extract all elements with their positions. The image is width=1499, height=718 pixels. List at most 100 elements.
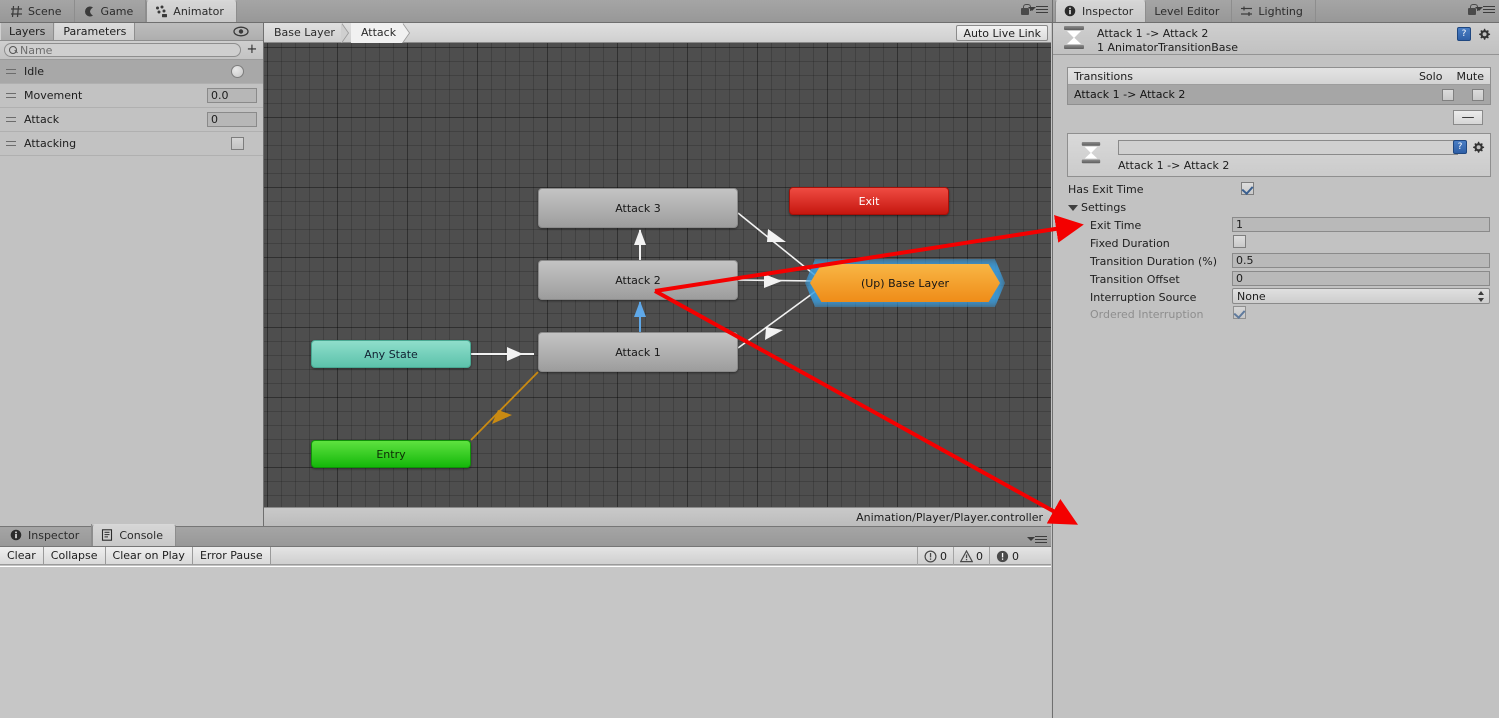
interruption-source-label: Interruption Source	[1090, 291, 1197, 304]
transition-icon	[1081, 142, 1101, 166]
transition-row[interactable]: Attack 1 -> Attack 2	[1068, 85, 1490, 104]
ordered-interruption-label: Ordered Interruption	[1090, 308, 1204, 321]
parameter-value-field[interactable]: 0	[207, 112, 257, 127]
warning-counter[interactable]: 0	[953, 547, 989, 565]
transition-object-panel: ? Attack 1 -> Attack 2	[1067, 133, 1491, 177]
entry-node[interactable]: Entry	[311, 440, 471, 468]
tab-inspector[interactable]: Inspector	[1055, 0, 1147, 22]
has-exit-time-row: Has Exit Time	[1067, 182, 1491, 198]
add-parameter-button[interactable]: +	[245, 43, 259, 57]
search-icon	[9, 45, 18, 55]
gear-icon[interactable]	[1477, 27, 1491, 41]
breadcrumb-label: Base Layer	[274, 26, 335, 39]
remove-transition-button[interactable]: —	[1453, 110, 1483, 125]
help-icon[interactable]: ?	[1453, 140, 1467, 154]
inspector-window: Inspector Level Editor Lighting Attack 1…	[1052, 0, 1499, 718]
search-placeholder: Name	[20, 43, 53, 57]
animator-grid[interactable]: Attack 3 Attack 2 Attack 1 Exit Any Stat…	[264, 43, 1051, 507]
any-state-node[interactable]: Any State	[311, 340, 471, 368]
state-node-label: Attack 1	[615, 345, 661, 359]
breadcrumb: Base Layer Attack Auto Live Link	[264, 23, 1051, 43]
info-icon	[10, 529, 23, 542]
tab-game[interactable]: Game	[75, 0, 147, 22]
transition-icon	[1063, 26, 1085, 52]
menu-icon[interactable]	[1027, 535, 1047, 545]
exit-time-field[interactable]: 1	[1232, 217, 1490, 232]
console-log-list[interactable]	[0, 566, 1051, 718]
interruption-source-dropdown[interactable]: None	[1232, 288, 1490, 304]
eye-icon[interactable]	[233, 26, 249, 37]
solo-header-label: Solo	[1418, 69, 1443, 83]
drag-handle-icon[interactable]	[6, 140, 16, 148]
subtab-parameters[interactable]: Parameters	[54, 23, 136, 40]
mute-checkbox[interactable]	[1472, 88, 1484, 101]
tab-animator-label: Animator	[173, 5, 224, 18]
exit-node[interactable]: Exit	[789, 187, 949, 215]
parameter-row-idle[interactable]: Idle	[0, 60, 263, 84]
animator-window-tabstrip: Scene Game Animator	[0, 0, 1052, 23]
transition-row-label: Attack 1 -> Attack 2	[1074, 88, 1186, 101]
state-node-label: Attack 3	[615, 201, 661, 215]
info-counter[interactable]: 0	[989, 547, 1025, 565]
auto-live-link-button[interactable]: Auto Live Link	[956, 25, 1048, 41]
error-counter[interactable]: 0	[917, 547, 953, 565]
parameter-row-attacking[interactable]: Attacking	[0, 132, 263, 156]
inspector-tabstrip: Inspector Level Editor Lighting	[1053, 0, 1499, 23]
clear-on-play-button[interactable]: Clear on Play	[105, 547, 193, 564]
menu-icon[interactable]	[1475, 5, 1495, 15]
drag-handle-icon[interactable]	[6, 116, 16, 124]
tab-label: Inspector	[28, 528, 80, 542]
state-node-attack-1[interactable]: Attack 1	[538, 332, 738, 372]
trigger-radio[interactable]	[231, 65, 244, 78]
fixed-duration-checkbox[interactable]	[1233, 235, 1246, 248]
exit-time-label: Exit Time	[1090, 219, 1142, 232]
help-icon[interactable]: ?	[1457, 27, 1471, 41]
tab-level-editor[interactable]: Level Editor	[1146, 0, 1233, 22]
subtab-layers[interactable]: Layers	[0, 23, 55, 40]
info-icon	[1064, 5, 1077, 18]
error-pause-button[interactable]: Error Pause	[192, 547, 271, 564]
animator-graph-view[interactable]: Base Layer Attack Auto Live Link Attack …	[264, 23, 1051, 526]
transition-offset-field[interactable]: 0	[1232, 271, 1490, 286]
menu-icon[interactable]	[1028, 5, 1048, 15]
breadcrumb-attack[interactable]: Attack	[350, 23, 411, 43]
gear-icon[interactable]	[1471, 140, 1485, 154]
up-base-layer-node[interactable]: (Up) Base Layer	[805, 259, 1005, 307]
fixed-duration-label: Fixed Duration	[1090, 237, 1170, 250]
search-input[interactable]: Name	[4, 43, 241, 57]
chevron-down-icon[interactable]	[1068, 205, 1078, 211]
bool-checkbox[interactable]	[231, 137, 244, 150]
tab-inspector-bottom[interactable]: Inspector	[2, 524, 93, 546]
drag-handle-icon[interactable]	[6, 68, 16, 76]
console-window-menu[interactable]	[1027, 535, 1047, 545]
drag-handle-icon[interactable]	[6, 92, 16, 100]
collapse-button[interactable]: Collapse	[43, 547, 106, 564]
state-node-attack-2[interactable]: Attack 2	[538, 260, 738, 300]
parameter-value-field[interactable]: 0.0	[207, 88, 257, 103]
transition-offset-label: Transition Offset	[1090, 273, 1180, 286]
tab-console[interactable]: Console	[92, 524, 176, 546]
inspector-window-menu[interactable]	[1467, 4, 1495, 16]
info-count: 0	[1012, 549, 1019, 563]
tab-label: Level Editor	[1154, 4, 1220, 18]
has-exit-time-label: Has Exit Time	[1068, 183, 1144, 196]
parameter-name: Attacking	[24, 137, 77, 150]
transition-duration-label: Transition Duration (%)	[1090, 255, 1217, 268]
tab-lighting[interactable]: Lighting	[1232, 0, 1316, 22]
parameter-row-movement[interactable]: Movement 0.0	[0, 84, 263, 108]
breadcrumb-base-layer[interactable]: Base Layer	[264, 23, 349, 43]
clear-button[interactable]: Clear	[0, 547, 44, 564]
has-exit-time-checkbox[interactable]	[1241, 182, 1254, 195]
parameter-row-attack[interactable]: Attack 0	[0, 108, 263, 132]
animator-icon	[155, 5, 168, 18]
state-node-attack-3[interactable]: Attack 3	[538, 188, 738, 228]
transition-duration-field[interactable]: 0.5	[1232, 253, 1490, 268]
animator-window-menu[interactable]	[1020, 4, 1048, 16]
solo-checkbox[interactable]	[1442, 88, 1454, 101]
tab-scene[interactable]: Scene	[2, 0, 75, 22]
exit-node-label: Exit	[858, 194, 880, 208]
state-node-label: Attack 2	[615, 273, 661, 287]
transition-object-field[interactable]	[1118, 140, 1458, 155]
tab-label: Inspector	[1082, 5, 1134, 18]
tab-animator[interactable]: Animator	[146, 0, 237, 22]
